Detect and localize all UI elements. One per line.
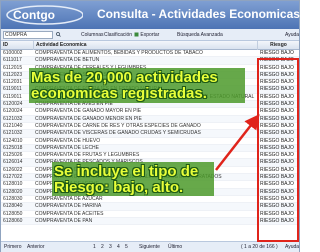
row-activity-cell: COMPRAVENTA DE LECHE xyxy=(35,144,99,151)
company-logo: Contgo xyxy=(6,5,83,25)
record-count: ( 1 a 20 de 166 ) xyxy=(241,244,278,250)
row-activity-cell: COMPRAVENTA DE ALIMENTOS, BEBIDAS Y PROD… xyxy=(35,50,203,56)
column-header-activity[interactable]: Actividad Economica xyxy=(34,41,258,50)
first-page-link[interactable]: Primero xyxy=(4,244,22,251)
table-header: ID Actividad Economica Riesgo xyxy=(1,41,299,50)
row-activity-cell: COMPRAVENTA DE VISCERAS DE GANADO CRUDAS… xyxy=(35,130,201,137)
app-window: Contgo Consulta - Actividades Economicas… xyxy=(0,0,300,252)
row-id-cell: 6126022 xyxy=(3,166,23,173)
row-id-cell: 6128010 xyxy=(3,181,23,188)
row-activity-cell: COMPRAVENTA DE GANADO MAYOR EN PIE xyxy=(35,108,142,115)
table-row[interactable]: 6111017 COMPRAVENTA DE BETUN RIESGO BAJO xyxy=(1,57,299,65)
row-id-cell: 6100002 xyxy=(3,50,23,56)
page-title: Consulta - Actividades Economicas xyxy=(97,7,300,21)
table-row[interactable]: 6125026 COMPRAVENTA DE FRUTAS Y LEGUMBRES… xyxy=(1,152,299,160)
row-id-cell: 6120024 xyxy=(3,108,23,115)
row-activity-cell: COMPRAVENTA DE GANADO MENOR EN PIE xyxy=(35,115,142,122)
risk-column-highlight xyxy=(257,58,299,242)
row-id-cell: 6128050 xyxy=(3,210,23,217)
row-activity-cell: COMPRAVENTA DE CARNE DE RES Y OTRAS ESPE… xyxy=(35,122,201,129)
columns-button[interactable]: Columnas xyxy=(81,31,104,39)
row-id-cell: 6128060 xyxy=(3,217,23,224)
row-activity-cell: COMPRAVENTA DE ACEITES xyxy=(35,210,104,217)
next-page-link[interactable]: Siguiente xyxy=(139,244,160,251)
page-link-1[interactable]: 1 xyxy=(93,244,96,251)
row-id-cell: 6125018 xyxy=(3,144,23,151)
last-page-link[interactable]: Último xyxy=(168,244,182,251)
column-header-risk[interactable]: Riesgo xyxy=(258,41,299,50)
row-activity-cell: COMPRAVENTA DE HUEVO xyxy=(35,137,101,144)
pagination-bar: Primero Anterior 1 2 3 4 5 Siguiente Últ… xyxy=(1,241,299,252)
row-activity-cell: COMPRAVENTA DE PAN xyxy=(35,217,93,224)
export-button[interactable]: Exportar xyxy=(134,31,159,39)
row-id-cell: 6125026 xyxy=(3,152,23,159)
table-row[interactable]: 6121032 COMPRAVENTA DE GANADO MENOR EN PI… xyxy=(1,115,299,123)
toolbar: Columnas Clasificación Exportar Búsqueda… xyxy=(1,29,299,41)
row-risk-cell: RIESGO BAJO xyxy=(260,50,294,56)
app-header: Contgo Consulta - Actividades Economicas xyxy=(1,1,300,29)
row-id-cell: 6121032 xyxy=(3,115,23,122)
table-row[interactable]: 6125018 COMPRAVENTA DE LECHE RIESGO BAJO xyxy=(1,144,299,153)
row-id-cell: 6128030 xyxy=(3,195,23,202)
row-id-cell: 6127022 xyxy=(3,174,23,181)
row-id-cell: 6126014 xyxy=(3,159,23,166)
row-id-cell: 6111017 xyxy=(3,57,22,64)
table-row[interactable]: 6100002 COMPRAVENTA DE ALIMENTOS, BEBIDAS… xyxy=(1,50,299,58)
overlay-caption-line3: Se incluye el tipo de xyxy=(54,163,199,180)
page-link-3[interactable]: 3 xyxy=(109,244,112,251)
search-input[interactable] xyxy=(3,31,53,39)
table-row[interactable]: 6121040 COMPRAVENTA DE CARNE DE RES Y OTR… xyxy=(1,122,299,131)
overlay-caption-line4: Riesgo: bajo, alto. xyxy=(54,179,184,196)
prev-page-link[interactable]: Anterior xyxy=(27,244,45,251)
pager-help-link[interactable]: Ayuda xyxy=(285,244,299,251)
overlay-caption-line2: economicas registradas. xyxy=(31,85,207,102)
search-icon xyxy=(56,32,61,37)
row-activity-cell: COMPRAVENTA DE FRUTAS Y LEGUMBRES xyxy=(35,152,140,159)
row-activity-cell: COMPRAVENTA DE BETUN xyxy=(35,57,100,64)
search-button[interactable] xyxy=(56,31,61,39)
sort-button[interactable]: Clasificación xyxy=(104,31,132,39)
export-label: Exportar xyxy=(140,32,160,38)
row-id-cell: 6128040 xyxy=(3,203,23,210)
page-link-4[interactable]: 4 xyxy=(117,244,120,251)
table-row[interactable]: 6128060 COMPRAVENTA DE PAN RIESGO BAJO xyxy=(1,217,299,226)
table-row[interactable]: 6120024 COMPRAVENTA DE GANADO MAYOR EN PI… xyxy=(1,108,299,116)
row-id-cell: 6121032 xyxy=(3,130,23,137)
help-button[interactable]: Ayuda xyxy=(285,31,299,39)
svg-text:Contgo: Contgo xyxy=(13,8,55,22)
table-row[interactable]: 6128050 COMPRAVENTA DE ACEITES RIESGO BAJO xyxy=(1,210,299,218)
export-icon xyxy=(134,32,139,37)
advanced-search-button[interactable]: Búsqueda Avanzada xyxy=(177,31,223,39)
page-link-2[interactable]: 2 xyxy=(101,244,104,251)
table-row[interactable]: 6128030 COMPRAVENTA DE AZUCAR RIESGO BAJO xyxy=(1,195,299,204)
row-activity-cell: COMPRAVENTA DE HARINA xyxy=(35,203,102,210)
table-row[interactable]: 6124010 COMPRAVENTA DE HUEVO RIESGO BAJO xyxy=(1,137,299,145)
table-row[interactable]: 6121032 COMPRAVENTA DE VISCERAS DE GANADO… xyxy=(1,130,299,138)
column-header-id[interactable]: ID xyxy=(1,41,34,50)
overlay-caption-line1: Mas de 20,000 actividades xyxy=(31,69,218,86)
page-link-5[interactable]: 5 xyxy=(125,244,128,251)
row-id-cell: 6124010 xyxy=(3,137,23,144)
row-id-cell: 6128020 xyxy=(3,188,23,195)
row-activity-cell: COMPRAVENTA DE AZUCAR xyxy=(35,195,103,202)
row-id-cell: 6121040 xyxy=(3,122,23,129)
table-row[interactable]: 6128040 COMPRAVENTA DE HARINA RIESGO BAJO xyxy=(1,203,299,211)
